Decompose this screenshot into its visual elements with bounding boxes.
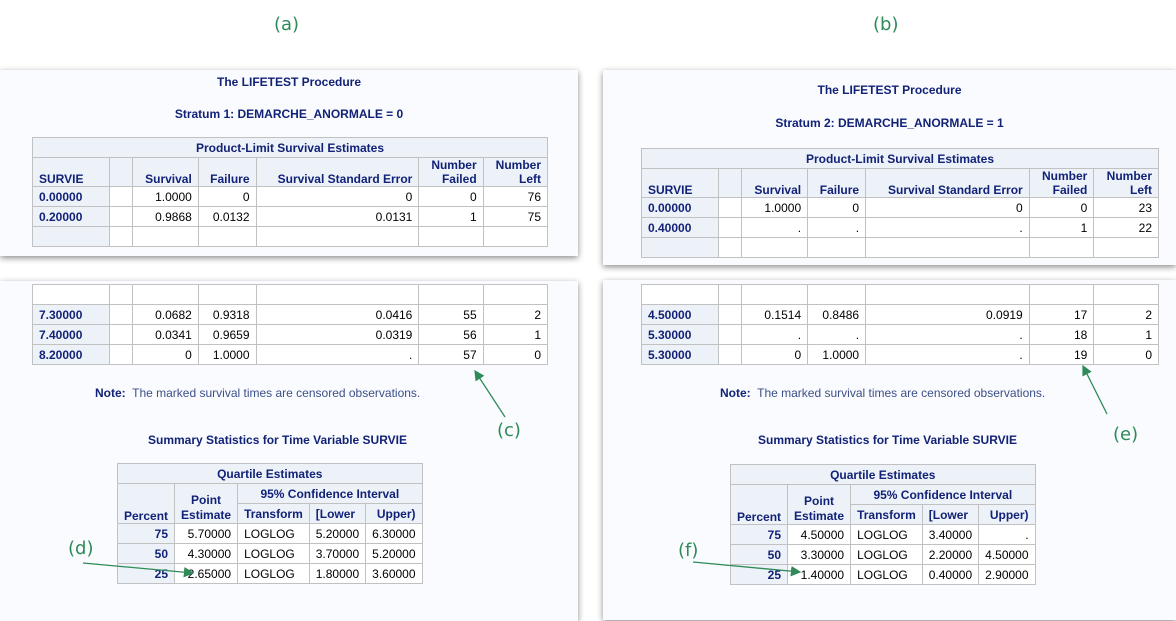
callout-arrows — [82, 364, 1108, 578]
arrow-f — [692, 561, 802, 577]
arrow-d — [82, 562, 195, 578]
arrow-e — [1082, 364, 1108, 415]
arrow-c — [474, 369, 506, 418]
